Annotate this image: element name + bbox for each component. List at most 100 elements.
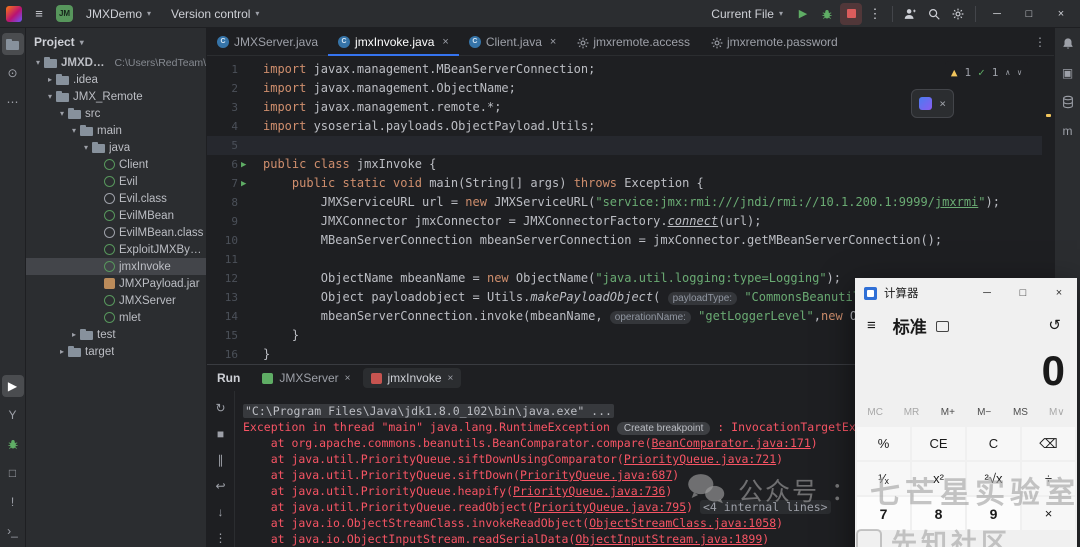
calc-key-C[interactable]: C [967,427,1020,460]
maximize-button[interactable]: □ [1014,2,1044,26]
tree-item[interactable]: ▸ target [26,343,206,360]
editor-tab[interactable]: C JMXServer.java [207,28,328,55]
editor-tab[interactable]: CjmxInvoke.java × [328,28,459,56]
code-line[interactable]: JMXServiceURL url = new JMXServiceURL("s… [255,193,1054,212]
code-line[interactable]: import javax.management.MBeanServerConne… [255,60,1054,79]
code-line[interactable]: public class jmxInvoke { [255,155,1054,174]
tree-item[interactable]: ▸ test [26,326,206,343]
stack-trace-link[interactable]: PriorityQueue.java:687 [520,468,672,482]
vcs-widget[interactable]: Version control ▾ [164,4,266,24]
tree-item[interactable]: Evil [26,173,206,190]
minimize-button[interactable]: ─ [982,2,1012,26]
code-line[interactable] [255,136,1054,155]
project-panel-header[interactable]: Project ▾ [26,28,206,54]
stop-icon[interactable]: ■ [212,425,230,443]
code-line[interactable] [255,250,1054,269]
search-everywhere-icon[interactable] [923,3,945,25]
run-toolwindow-icon[interactable]: ▶ [1,375,24,397]
ai-assistant-icon[interactable]: ▣ [1057,62,1079,84]
more-toolwindows-icon[interactable]: ⋯ [2,91,24,113]
gutter-line[interactable]: 8 [207,193,255,212]
soft-wrap-icon[interactable]: ↩ [212,477,230,495]
close-tab-icon[interactable]: × [448,373,454,384]
gutter-line[interactable]: 4 [207,117,255,136]
calc-minimize-button[interactable]: ─ [969,278,1005,308]
chevron-down-icon[interactable]: ▾ [56,109,68,118]
gutter-line[interactable]: 5 [207,136,255,155]
run-tab[interactable]: jmxInvoke × [362,368,462,388]
calc-key-[interactable]: % [857,427,910,460]
chevron-right-icon[interactable]: ▸ [68,330,80,339]
stop-button[interactable] [840,2,862,25]
run-configuration-selector[interactable]: Current File ▾ [704,4,790,24]
calc-maximize-button[interactable]: □ [1005,278,1041,308]
services-icon[interactable]: □ [2,462,24,484]
editor-tab[interactable]: jmxremote.access [566,28,700,55]
run-button[interactable]: ▶ [792,3,814,25]
chevron-down-icon[interactable]: ▾ [80,143,92,152]
chevron-down-icon[interactable]: ▾ [68,126,80,135]
settings-icon[interactable] [947,3,969,25]
tree-item[interactable]: ▸ .idea [26,71,206,88]
tree-item[interactable]: ▾ src [26,105,206,122]
tree-item[interactable]: ExploitJMXByRem… [26,241,206,258]
close-button[interactable]: × [1046,2,1076,26]
tree-item[interactable]: ▾ JMX_Remote [26,88,206,105]
commit-icon[interactable]: ⊙ [2,62,24,84]
tree-item[interactable]: EvilMBean.class [26,224,206,241]
gutter-line[interactable]: 9 [207,212,255,231]
code-line[interactable]: public static void main(String[] args) t… [255,174,1054,193]
gutter-line[interactable]: 11 [207,250,255,269]
tree-item[interactable]: JMXPayload.jar [26,275,206,292]
inspection-widget[interactable]: ▲ 1 ✓ 1 ∧ ∨ [944,61,1028,84]
run-line-icon[interactable]: ▶ [241,160,251,170]
calc-key-[interactable]: ⌫ [1022,427,1075,460]
stack-trace-link[interactable]: PriorityQueue.java:736 [513,484,665,498]
run-line-icon[interactable]: ▶ [241,179,251,189]
code-with-me-icon[interactable] [899,3,921,25]
calc-key-[interactable]: ¹⁄ₓ [857,462,910,495]
stack-trace-link[interactable]: PriorityQueue.java:721 [624,452,776,466]
project-selector[interactable]: JMXDemo ▾ [79,4,158,24]
tab-bar-more-icon[interactable]: ⋮ [1026,28,1054,55]
memory-button-m[interactable]: M+ [930,407,966,418]
calc-menu-icon[interactable]: ≡ [859,317,884,334]
prev-problem-icon[interactable]: ∧ [1005,63,1010,82]
code-line[interactable]: MBeanServerConnection mbeanServerConnect… [255,231,1054,250]
calc-key-x[interactable]: ²√x [967,462,1020,495]
editor-gutter[interactable]: 1 2 3 4 5 6 ▶ 7 ▶ 8 9 10 11 12 13 14 15 16 [207,56,255,364]
create-breakpoint-chip[interactable]: Create breakpoint [616,422,711,435]
tree-item[interactable]: Client [26,156,206,173]
chevron-down-icon[interactable]: ▾ [32,58,44,67]
stack-trace-link[interactable]: ObjectInputStream.java:1899 [575,532,762,546]
gutter-line[interactable]: 13 [207,288,255,307]
next-problem-icon[interactable]: ∨ [1017,63,1022,82]
stack-trace-link[interactable]: ObjectStreamClass.java:1058 [589,516,776,530]
rerun-icon[interactable]: ↻ [212,399,230,417]
history-icon[interactable]: ↺ [1048,316,1073,334]
run-tab[interactable]: JMXServer × [254,368,358,388]
gutter-line[interactable]: 7 ▶ [207,174,255,193]
memory-button-ms[interactable]: MS [1002,407,1038,418]
more-actions-icon[interactable]: ⋮ [864,3,886,25]
gutter-line[interactable]: 15 [207,326,255,345]
gutter-line[interactable]: 3 [207,98,255,117]
code-line[interactable]: JMXConnector jmxConnector = JMXConnector… [255,212,1054,231]
gutter-line[interactable]: 16 [207,345,255,364]
calc-key-8[interactable]: 8 [912,497,965,530]
tree-item[interactable]: ▾ JMXDemo C:\Users\RedTeam\De [26,54,206,71]
gutter-line[interactable]: 10 [207,231,255,250]
tree-item[interactable]: ▾ main [26,122,206,139]
tree-item[interactable]: JMXServer [26,292,206,309]
chevron-right-icon[interactable]: ▸ [56,347,68,356]
calc-key-[interactable]: × [1022,497,1075,530]
maven-icon[interactable]: m [1057,120,1079,142]
database-icon[interactable] [1057,91,1079,113]
calc-close-button[interactable]: × [1041,278,1077,308]
chevron-down-icon[interactable]: ▾ [44,92,56,101]
keep-on-top-icon[interactable] [935,320,949,332]
debug-icon[interactable] [2,433,24,455]
scroll-to-end-icon[interactable]: ↓ [212,503,230,521]
gutter-line[interactable]: 1 [207,60,255,79]
close-icon[interactable]: × [939,94,946,113]
